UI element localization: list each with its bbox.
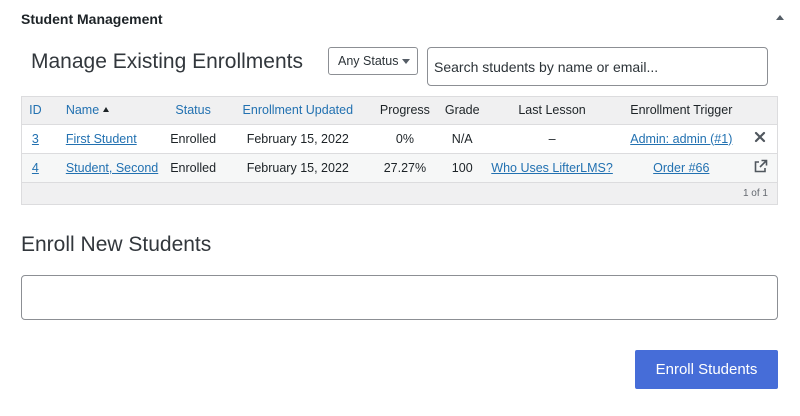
enrollment-updated-date: February 15, 2022: [246, 131, 349, 146]
column-header-last-lesson: Last Lesson: [518, 103, 586, 118]
enroll-students-select-field[interactable]: [21, 275, 778, 320]
student-id-link[interactable]: 4: [32, 161, 39, 175]
manage-enrollments-title: Manage Existing Enrollments: [31, 50, 303, 73]
column-header-status[interactable]: Status: [161, 97, 226, 124]
enrollment-status: Enrolled: [170, 131, 217, 146]
last-lesson-link[interactable]: Who Uses LifterLMS?: [491, 161, 613, 175]
progress-value: 27.27%: [383, 160, 427, 175]
close-icon[interactable]: [754, 131, 766, 146]
pagination-label: 1 of 1: [742, 188, 768, 199]
enroll-new-students-title: Enroll New Students: [21, 233, 212, 256]
enrollment-updated-date: February 15, 2022: [246, 160, 349, 175]
collapse-toggle-icon[interactable]: [776, 15, 784, 20]
student-id-link[interactable]: 3: [32, 132, 39, 146]
column-header-id[interactable]: ID: [22, 97, 49, 124]
table-header-row: ID Name Status Enrollment Updated Progre…: [22, 97, 777, 124]
column-header-name[interactable]: Name: [49, 97, 161, 124]
column-header-trigger: Enrollment Trigger: [630, 103, 733, 118]
enrollment-trigger-link[interactable]: Admin: admin (#1): [630, 132, 732, 146]
student-name-link[interactable]: Student, Second: [66, 161, 158, 175]
enrollments-table: ID Name Status Enrollment Updated Progre…: [21, 96, 778, 205]
status-filter-value: Any Status: [338, 54, 399, 68]
column-header-name-label: Name: [65, 103, 100, 118]
panel-title: Student Management: [21, 11, 163, 27]
enroll-students-button[interactable]: Enroll Students: [635, 350, 778, 389]
table-row: 4 Student, Second Enrolled February 15, …: [22, 153, 777, 182]
table-footer: 1 of 1: [22, 182, 777, 204]
enrollment-trigger-link[interactable]: Order #66: [653, 161, 709, 175]
column-header-grade: Grade: [444, 103, 480, 118]
last-lesson-value: –: [548, 131, 556, 146]
column-header-progress: Progress: [379, 103, 430, 118]
external-link-icon[interactable]: [753, 159, 768, 177]
table-row: 3 First Student Enrolled February 15, 20…: [22, 124, 777, 153]
student-name-link[interactable]: First Student: [66, 132, 137, 146]
status-filter-select[interactable]: Any Status: [328, 47, 418, 75]
enrollment-status: Enrolled: [170, 160, 217, 175]
column-header-updated[interactable]: Enrollment Updated: [226, 97, 371, 124]
progress-value: 0%: [395, 131, 414, 146]
grade-value: 100: [451, 160, 473, 175]
chevron-down-icon: [402, 59, 410, 64]
grade-value: N/A: [451, 131, 473, 146]
sort-ascending-icon: [103, 107, 110, 113]
column-header-actions: [743, 97, 777, 124]
student-search-input[interactable]: [427, 47, 768, 86]
